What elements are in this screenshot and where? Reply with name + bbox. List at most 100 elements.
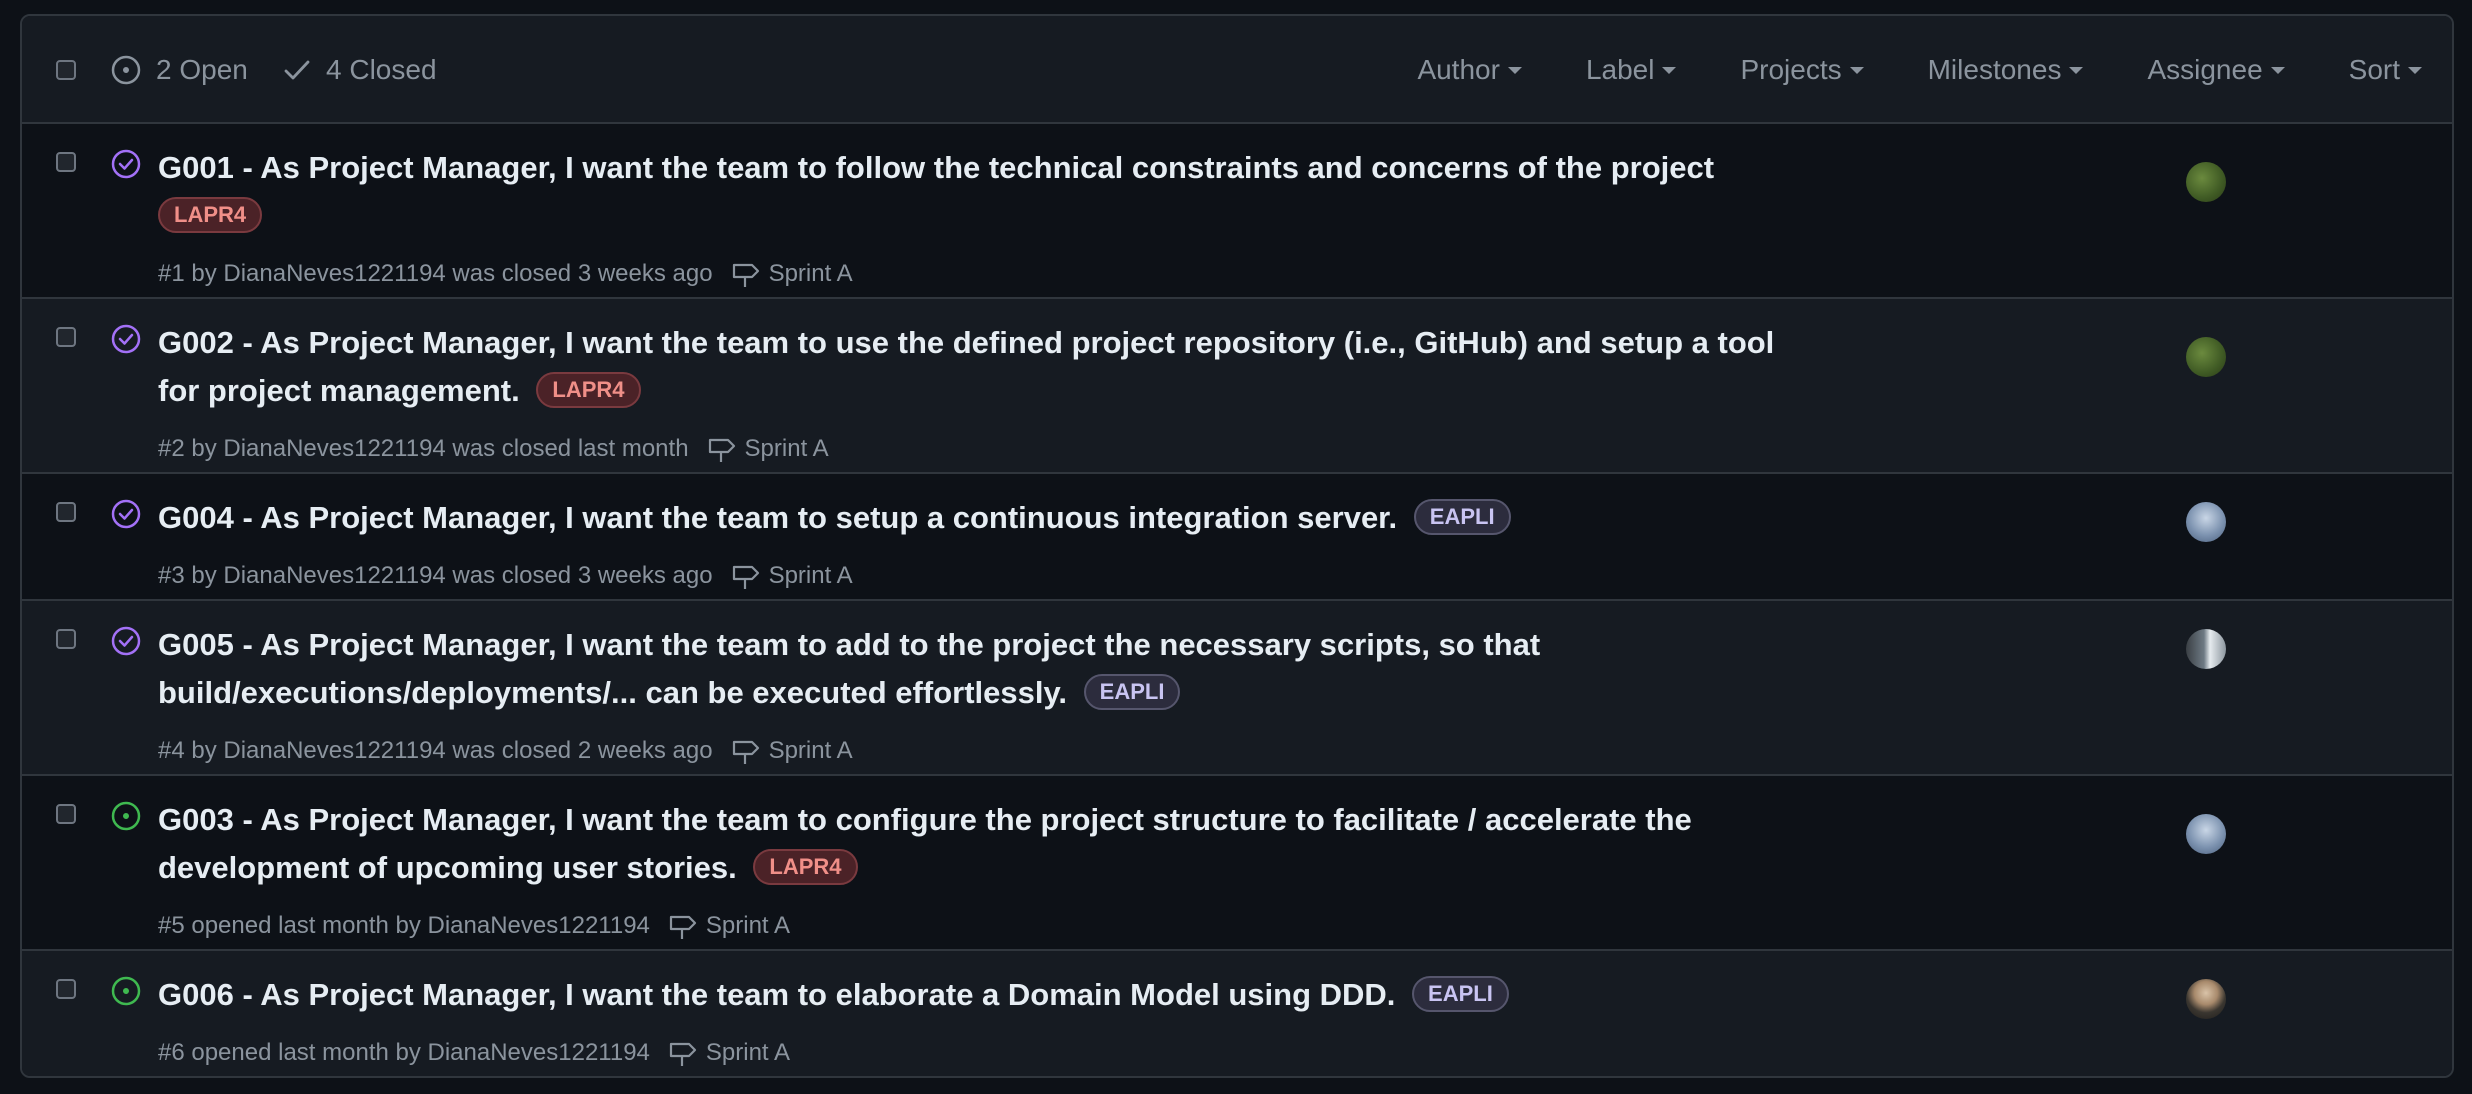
issue-closed-icon [111, 149, 141, 179]
issue-row: G005 - As Project Manager, I want the te… [22, 601, 2452, 776]
open-issues-filter[interactable]: 2 Open [110, 50, 248, 90]
select-all-checkbox[interactable] [56, 60, 76, 80]
assignee-avatar[interactable] [2186, 337, 2226, 377]
label-filter-label: Label [1585, 54, 1655, 85]
issue-title-block: G003 - As Project Manager, I want the te… [158, 796, 1818, 892]
issue-meta-text: #6 opened last month by DianaNeves122119… [158, 1039, 650, 1066]
label-filter[interactable]: Label [1586, 54, 1677, 86]
author-filter-label: Author [1417, 54, 1500, 85]
issue-row: G003 - As Project Manager, I want the te… [22, 776, 2452, 951]
issue-label[interactable]: LAPR4 [753, 849, 858, 885]
issue-meta-text: #5 opened last month by DianaNeves122119… [158, 912, 650, 939]
milestone-link[interactable]: Sprint A [668, 1039, 790, 1067]
issues-list: 2 Open 4 Closed Author Label Projects Mi… [20, 14, 2454, 1078]
issue-label[interactable]: LAPR4 [158, 197, 263, 233]
issue-meta: #2 by DianaNeves1221194 was closed last … [158, 435, 829, 463]
issue-title-block: G002 - As Project Manager, I want the te… [158, 319, 1818, 415]
issue-title[interactable]: G004 - As Project Manager, I want the te… [158, 500, 1397, 535]
issue-checkbox[interactable] [56, 979, 76, 999]
issue-row: G006 - As Project Manager, I want the te… [22, 951, 2452, 1076]
caret-down-icon [1507, 66, 1522, 74]
milestone-icon [708, 438, 735, 462]
issue-meta: #1 by DianaNeves1221194 was closed 3 wee… [158, 260, 853, 288]
milestone-icon [669, 915, 697, 939]
assignee-avatar[interactable] [2186, 629, 2226, 669]
issue-meta: #3 by DianaNeves1221194 was closed 3 wee… [158, 562, 853, 590]
milestone-icon [669, 1042, 697, 1066]
caret-down-icon [1662, 66, 1677, 74]
milestone-link[interactable]: Sprint A [707, 435, 829, 463]
issues-list-header: 2 Open 4 Closed Author Label Projects Mi… [22, 16, 2452, 124]
issue-closed-icon [111, 499, 141, 529]
issue-meta-text: #3 by DianaNeves1221194 was closed 3 wee… [158, 562, 713, 589]
milestone-icon [732, 565, 759, 589]
issue-meta-text: #4 by DianaNeves1221194 was closed 2 wee… [158, 737, 713, 764]
issue-label[interactable]: EAPLI [1413, 499, 1511, 535]
assignee-avatar[interactable] [2186, 814, 2226, 854]
closed-issues-filter[interactable]: 4 Closed [282, 50, 437, 90]
milestone-label: Sprint A [768, 737, 853, 764]
milestones-filter[interactable]: Milestones [1928, 54, 2084, 86]
assignee-filter[interactable]: Assignee [2147, 54, 2285, 86]
projects-filter-label: Projects [1740, 54, 1842, 85]
author-filter[interactable]: Author [1417, 54, 1522, 86]
caret-down-icon [2408, 66, 2422, 74]
milestone-label: Sprint A [705, 912, 790, 939]
issue-title-block: G006 - As Project Manager, I want the te… [158, 971, 1818, 1019]
issue-opened-icon [111, 976, 141, 1006]
filter-bar: Author Label Projects Milestones Assigne… [1353, 50, 2422, 90]
issue-meta: #4 by DianaNeves1221194 was closed 2 wee… [158, 737, 853, 765]
caret-down-icon [1849, 66, 1864, 74]
issue-row: G001 - As Project Manager, I want the te… [22, 124, 2452, 299]
issue-checkbox[interactable] [56, 152, 76, 172]
issue-opened-icon [111, 801, 141, 831]
open-count: 2 Open [156, 54, 248, 85]
caret-down-icon [2069, 66, 2084, 74]
issue-checkbox[interactable] [56, 502, 76, 522]
issue-checkbox[interactable] [56, 629, 76, 649]
issue-meta: #5 opened last month by DianaNeves122119… [158, 912, 790, 940]
issue-meta-text: #2 by DianaNeves1221194 was closed last … [158, 435, 689, 462]
milestone-link[interactable]: Sprint A [668, 912, 790, 940]
milestone-label: Sprint A [768, 562, 853, 589]
assignee-avatar[interactable] [2186, 162, 2226, 202]
check-icon [284, 60, 310, 80]
issue-meta-text: #1 by DianaNeves1221194 was closed 3 wee… [158, 260, 713, 287]
issue-title-block: G001 - As Project Manager, I want the te… [158, 144, 1818, 240]
milestone-icon [732, 263, 759, 287]
issue-row: G002 - As Project Manager, I want the te… [22, 299, 2452, 474]
issue-label[interactable]: EAPLI [1083, 674, 1181, 710]
milestone-link[interactable]: Sprint A [731, 562, 853, 590]
sort-filter-label: Sort [2348, 54, 2400, 85]
issue-closed-icon [111, 626, 141, 656]
issue-checkbox[interactable] [56, 327, 76, 347]
assignee-filter-label: Assignee [2147, 54, 2263, 85]
issue-title-block: G004 - As Project Manager, I want the te… [158, 494, 1818, 542]
caret-down-icon [2270, 66, 2285, 74]
milestone-icon [732, 740, 759, 764]
issue-label[interactable]: LAPR4 [536, 372, 641, 408]
issue-opened-icon [111, 55, 141, 85]
assignee-avatar[interactable] [2186, 979, 2226, 1019]
issue-meta: #6 opened last month by DianaNeves122119… [158, 1039, 790, 1067]
milestone-link[interactable]: Sprint A [731, 737, 853, 765]
projects-filter[interactable]: Projects [1740, 54, 1864, 86]
milestone-link[interactable]: Sprint A [731, 260, 853, 288]
issue-title[interactable]: G002 - As Project Manager, I want the te… [158, 325, 1774, 408]
assignee-avatar[interactable] [2186, 502, 2226, 542]
issue-title[interactable]: G005 - As Project Manager, I want the te… [158, 627, 1540, 710]
issue-title[interactable]: G001 - As Project Manager, I want the te… [158, 150, 1714, 185]
issue-checkbox[interactable] [56, 804, 76, 824]
issue-title[interactable]: G003 - As Project Manager, I want the te… [158, 802, 1692, 885]
sort-filter[interactable]: Sort [2349, 54, 2422, 86]
issue-title[interactable]: G006 - As Project Manager, I want the te… [158, 977, 1395, 1012]
issue-label[interactable]: EAPLI [1412, 976, 1509, 1012]
milestones-filter-label: Milestones [1927, 54, 2062, 85]
closed-count: 4 Closed [326, 54, 437, 85]
milestone-label: Sprint A [705, 1039, 790, 1066]
issue-row: G004 - As Project Manager, I want the te… [22, 474, 2452, 601]
milestone-label: Sprint A [768, 260, 853, 287]
issue-title-block: G005 - As Project Manager, I want the te… [158, 621, 1678, 717]
issue-closed-icon [111, 324, 141, 354]
milestone-label: Sprint A [744, 435, 829, 462]
